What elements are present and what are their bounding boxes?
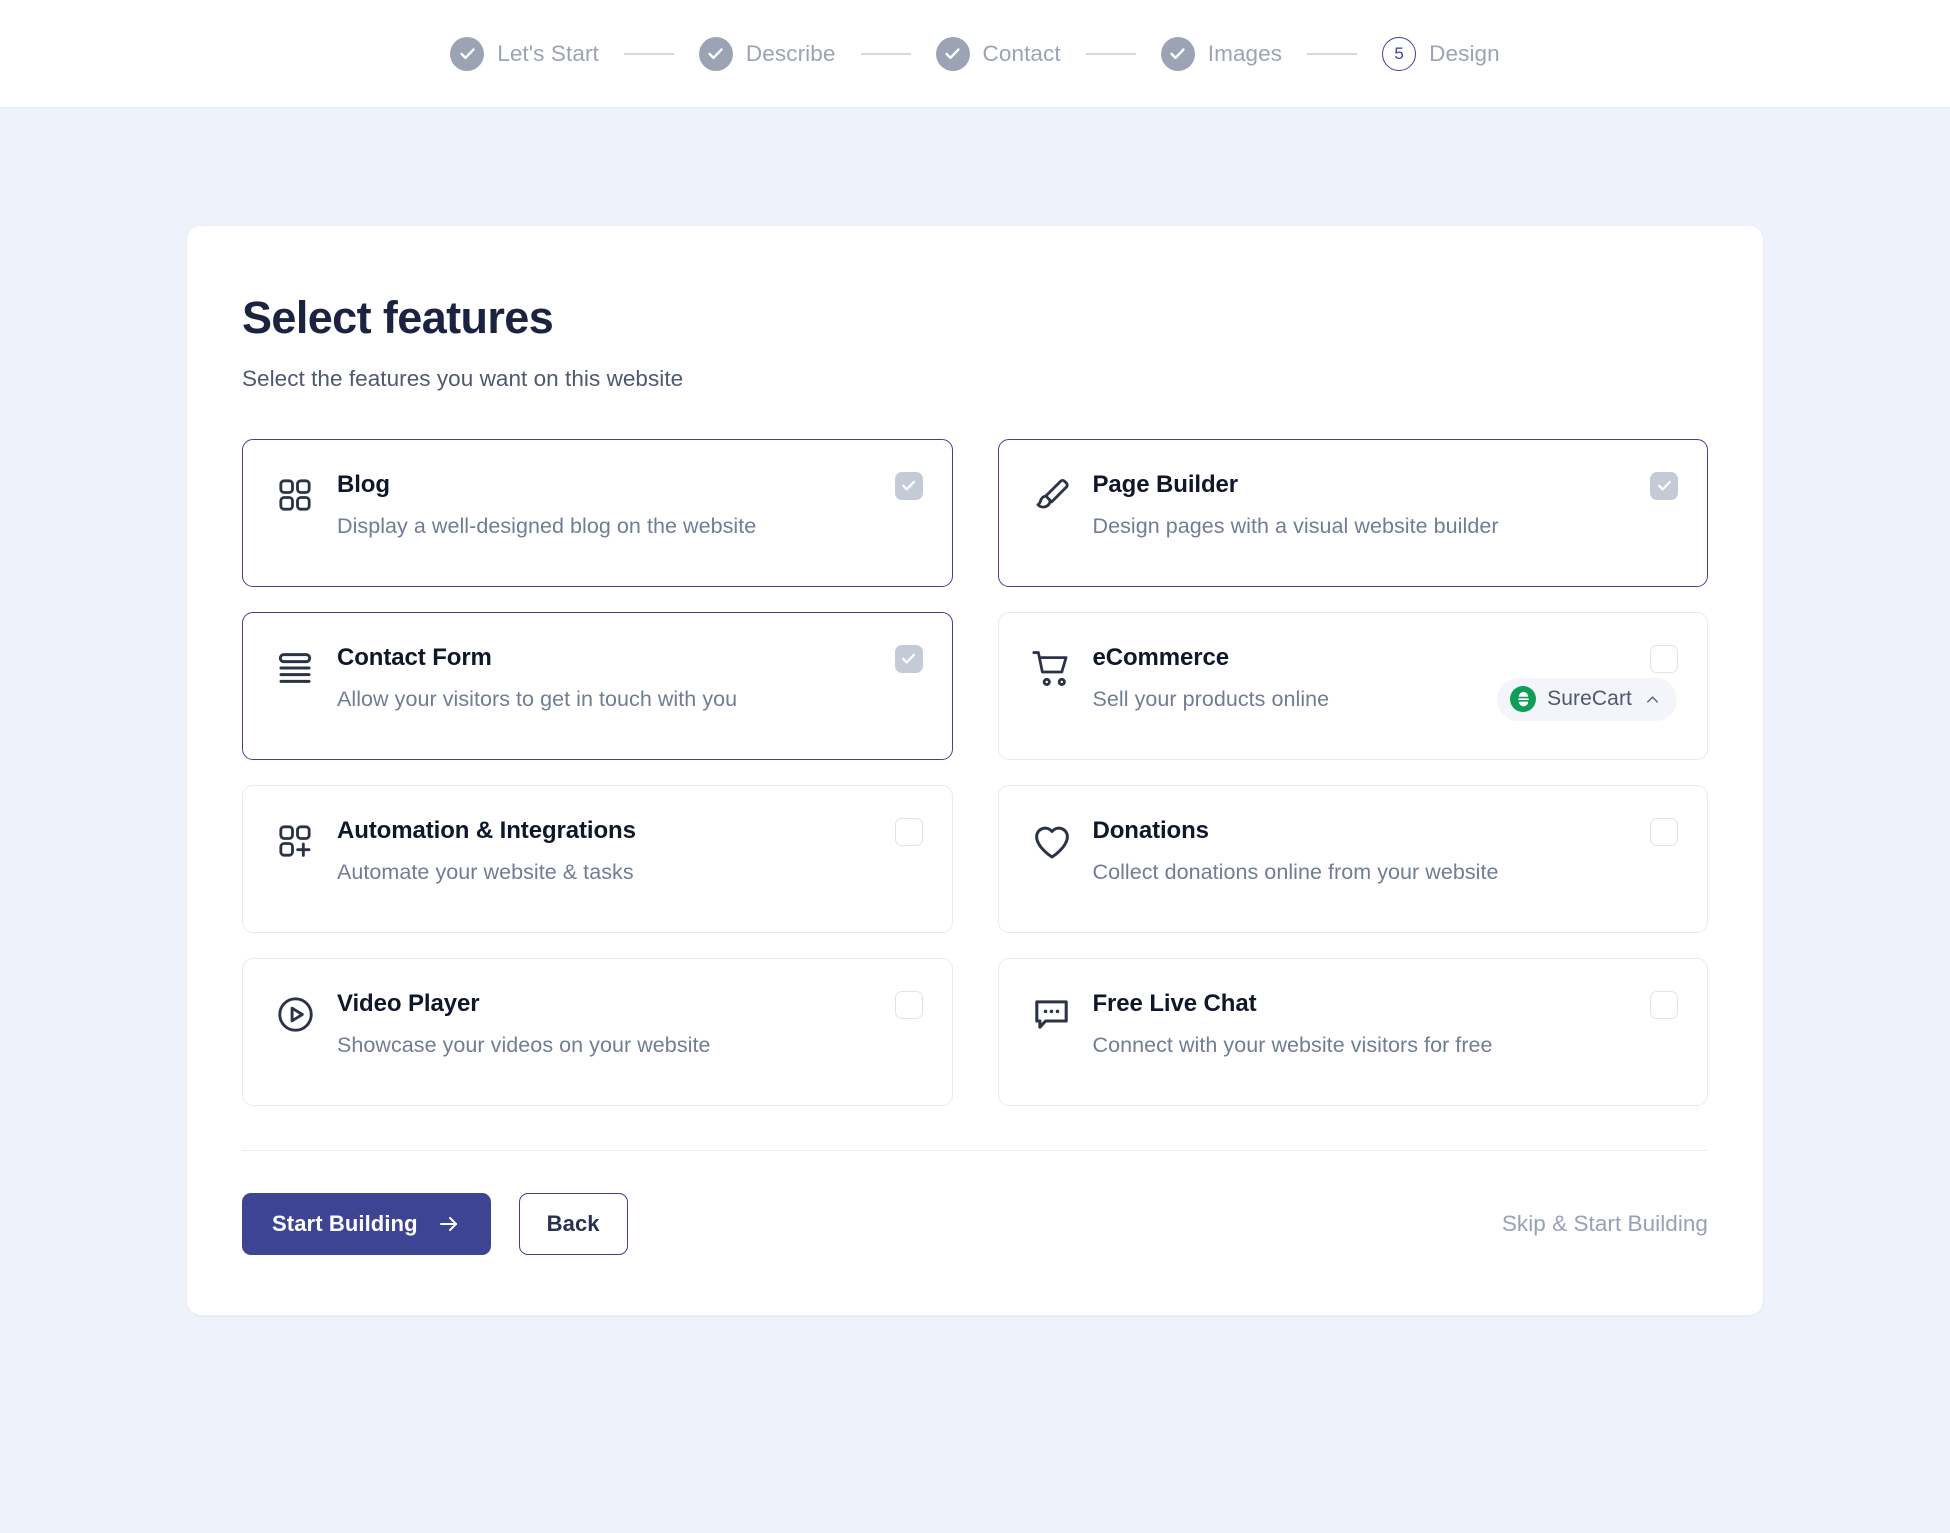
feature-title: Free Live Chat xyxy=(1092,989,1257,1017)
feature-card-blog[interactable]: Blog Display a well-designed blog on the … xyxy=(242,438,953,587)
page-subtitle: Select the features you want on this web… xyxy=(242,365,684,391)
feature-checkbox-free-live-chat[interactable] xyxy=(1650,990,1678,1019)
grid-plus-icon xyxy=(275,816,317,932)
grid-four-squares-icon xyxy=(275,470,317,586)
feature-title: Page Builder xyxy=(1092,470,1239,498)
feature-body: Video Player Showcase your videos on your… xyxy=(337,989,922,1105)
feature-body: Automation & Integrations Automate your w… xyxy=(337,816,922,932)
feature-body: Contact Form Allow your visitors to get i… xyxy=(337,643,922,759)
surecart-logo-icon xyxy=(1510,686,1537,712)
step-connector xyxy=(860,52,911,55)
panel-footer: Start Building Back Skip & Start Buildin… xyxy=(242,1192,1708,1255)
feature-card-free-live-chat[interactable]: Free Live Chat Connect with your website … xyxy=(997,957,1708,1106)
feature-card-ecommerce[interactable]: eCommerce Sell your products online SureCa… xyxy=(997,611,1708,760)
feature-title: Donations xyxy=(1092,816,1210,844)
provider-name: SureCart xyxy=(1547,687,1632,710)
check-icon xyxy=(1160,36,1195,71)
feature-body: Donations Collect donations online from y… xyxy=(1093,816,1678,932)
feature-title: Blog xyxy=(337,470,390,498)
start-building-button[interactable]: Start Building xyxy=(242,1192,491,1255)
heart-icon xyxy=(1031,816,1073,932)
select-features-panel: Select features Select the features you … xyxy=(187,226,1763,1315)
feature-checkbox-donations[interactable] xyxy=(1650,817,1678,846)
back-button[interactable]: Back xyxy=(518,1192,628,1255)
feature-description: Showcase your videos on your website xyxy=(337,1032,711,1057)
feature-body: Blog Display a well-designed blog on the … xyxy=(337,470,922,586)
feature-title: eCommerce xyxy=(1092,643,1230,671)
feature-checkbox-automation-integrations[interactable] xyxy=(894,817,923,846)
feature-checkbox-page-builder[interactable] xyxy=(1650,471,1678,500)
provider-badge-surecart[interactable]: SureCart xyxy=(1497,677,1677,721)
feature-title: Contact Form xyxy=(337,643,492,671)
stepper-step-design[interactable]: 5 Design xyxy=(1382,36,1500,71)
arrow-right-icon xyxy=(437,1212,461,1236)
feature-description: Display a well-designed blog on the webs… xyxy=(337,513,757,538)
stepper-step-label: Images xyxy=(1207,40,1283,66)
check-icon xyxy=(935,36,970,71)
progress-stepper: Let's Start Describe Contact Images 5 Design xyxy=(450,36,1500,71)
step-number-badge: 5 xyxy=(1382,36,1417,71)
stepper-step-label: Design xyxy=(1429,40,1500,66)
chevron-up-icon[interactable] xyxy=(1643,690,1662,709)
feature-body: Page Builder Design pages with a visual w… xyxy=(1093,470,1678,586)
page-body: Select features Select the features you … xyxy=(0,108,1950,1315)
feature-body: Free Live Chat Connect with your website … xyxy=(1093,989,1678,1105)
stepper-bar: Let's Start Describe Contact Images 5 Design xyxy=(0,0,1950,108)
feature-card-donations[interactable]: Donations Collect donations online from y… xyxy=(997,784,1708,933)
feature-description: Collect donations online from your websi… xyxy=(1092,859,1499,884)
feature-checkbox-blog[interactable] xyxy=(894,471,923,500)
page-title: Select features xyxy=(242,292,554,343)
footer-divider xyxy=(242,1149,1708,1151)
skip-and-start-building-link[interactable]: Skip & Start Building xyxy=(1502,1211,1708,1237)
stepper-step-images[interactable]: Images xyxy=(1160,36,1283,71)
stepper-step-label: Describe xyxy=(745,40,836,66)
paintbrush-icon xyxy=(1031,470,1073,586)
step-connector xyxy=(1307,52,1358,55)
step-connector xyxy=(623,52,674,55)
shopping-cart-icon xyxy=(1031,643,1073,759)
feature-description: Allow your visitors to get in touch with… xyxy=(337,686,738,711)
form-lines-icon xyxy=(275,643,317,759)
stepper-step-label: Contact xyxy=(982,40,1061,66)
chat-bubble-dots-icon xyxy=(1031,989,1073,1105)
feature-checkbox-video-player[interactable] xyxy=(894,990,923,1019)
feature-description: Connect with your website visitors for f… xyxy=(1092,1032,1493,1057)
feature-title: Automation & Integrations xyxy=(337,816,636,844)
stepper-step-contact[interactable]: Contact xyxy=(935,36,1061,71)
feature-checkbox-contact-form[interactable] xyxy=(894,644,923,673)
feature-description: Automate your website & tasks xyxy=(337,859,634,884)
feature-card-video-player[interactable]: Video Player Showcase your videos on your… xyxy=(242,957,953,1106)
start-building-label: Start Building xyxy=(272,1210,418,1236)
feature-grid: Blog Display a well-designed blog on the … xyxy=(242,438,1708,1106)
stepper-step-let-s-start[interactable]: Let's Start xyxy=(450,36,599,71)
feature-title: Video Player xyxy=(337,989,480,1017)
stepper-step-label: Let's Start xyxy=(497,40,599,66)
step-connector xyxy=(1085,52,1136,55)
feature-checkbox-ecommerce[interactable] xyxy=(1650,644,1678,673)
check-icon xyxy=(450,36,485,71)
feature-description: Design pages with a visual website build… xyxy=(1092,513,1499,538)
play-circle-icon xyxy=(275,989,317,1105)
feature-card-automation-integrations[interactable]: Automation & Integrations Automate your w… xyxy=(242,784,953,933)
check-icon xyxy=(698,36,733,71)
feature-card-contact-form[interactable]: Contact Form Allow your visitors to get i… xyxy=(242,611,953,760)
stepper-step-describe[interactable]: Describe xyxy=(698,36,836,71)
feature-card-page-builder[interactable]: Page Builder Design pages with a visual w… xyxy=(997,438,1708,587)
